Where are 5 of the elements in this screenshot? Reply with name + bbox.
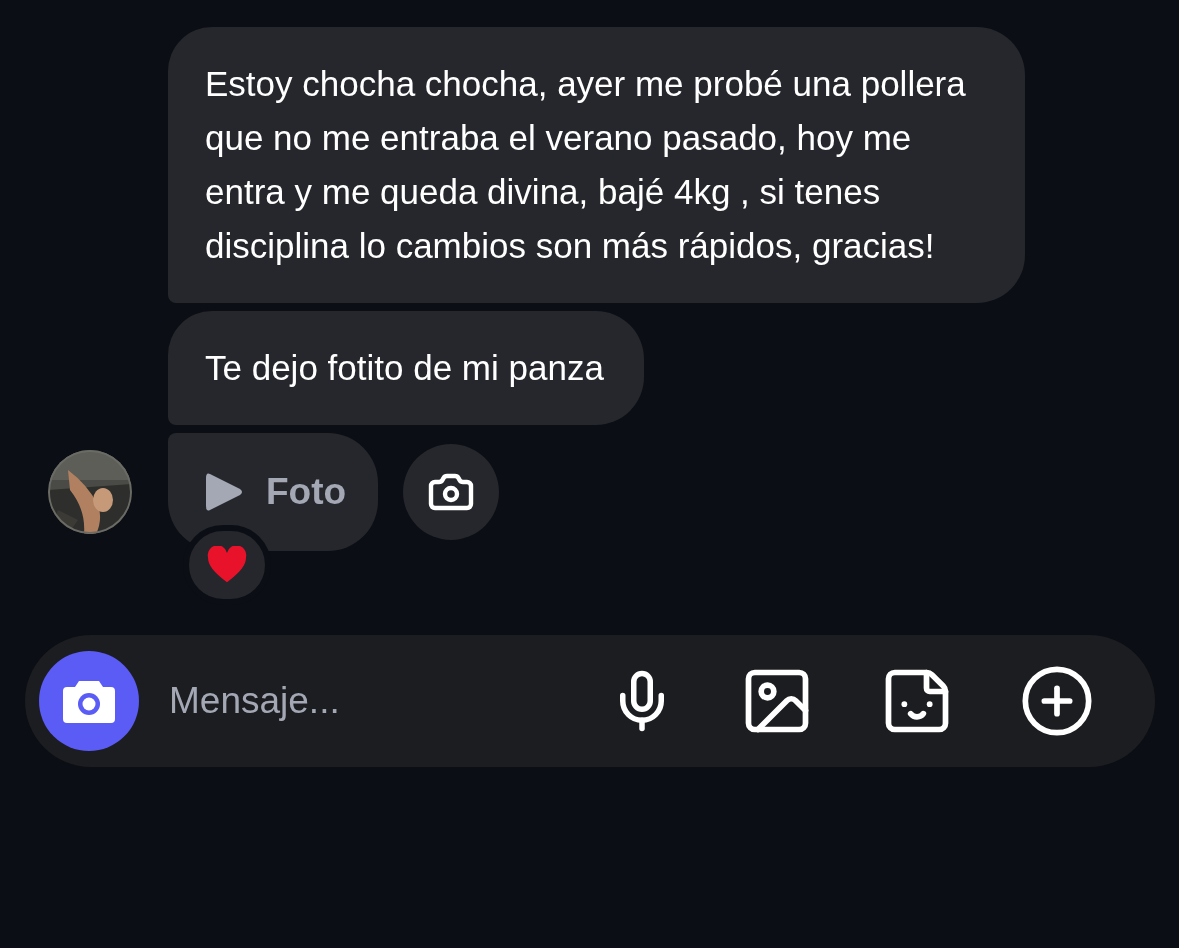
heart-icon bbox=[206, 546, 248, 584]
message-bubble: Te dejo fotito de mi panza bbox=[168, 311, 644, 425]
message-field[interactable]: Mensaje... bbox=[167, 679, 545, 723]
message-bubble: Estoy chocha chocha, ayer me probé una pollera que no me entraba el verano pasado, hoy me entra y me queda divina, bajé 4kg , si tenes disciplina lo cambios son más rápidos, gracias! bbox=[168, 27, 1025, 303]
photo-message[interactable]: Foto bbox=[168, 433, 379, 551]
